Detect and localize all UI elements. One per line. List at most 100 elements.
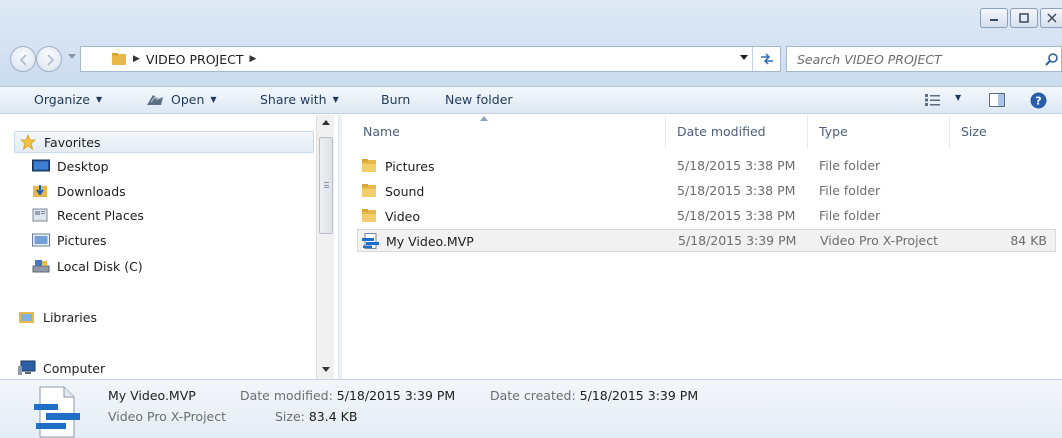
chevron-down-icon: ▼ (96, 95, 103, 104)
nav-local-disk[interactable]: Local Disk (C) (32, 255, 143, 277)
details-file-type: Video Pro X-Project (108, 409, 227, 424)
column-divider[interactable] (949, 115, 950, 149)
file-row-my-video[interactable]: My Video.MVP 5/18/2015 3:39 PM Video Pro… (357, 229, 1056, 252)
minimize-button[interactable] (980, 8, 1008, 28)
nav-downloads-label: Downloads (57, 183, 126, 199)
back-button[interactable] (10, 46, 36, 72)
command-bar: Organize ▼ Open ▼ Share with ▼ Burn New … (0, 86, 1062, 114)
help-icon[interactable]: ? (1030, 92, 1047, 109)
details-size: Size: 83.4 KB (275, 409, 357, 424)
burn-button[interactable]: Burn (381, 92, 410, 107)
organize-label: Organize (34, 92, 90, 107)
nav-libraries[interactable]: Libraries (18, 306, 97, 328)
nav-pictures-label: Pictures (57, 232, 107, 248)
nav-computer[interactable]: Computer (18, 357, 105, 379)
file-name: Video (385, 208, 421, 224)
desktop-icon (32, 158, 50, 174)
column-type[interactable]: Type (819, 124, 848, 139)
details-date-modified-value: 5/18/2015 3:39 PM (336, 388, 456, 403)
view-options-chevron-icon[interactable]: ▼ (955, 93, 961, 102)
open-with-icon (147, 94, 163, 105)
search-icon[interactable] (1045, 53, 1059, 67)
scroll-down-arrow-icon[interactable] (322, 367, 330, 373)
project-file-icon (362, 233, 380, 249)
details-file-name: My Video.MVP (108, 388, 196, 403)
computer-icon (18, 360, 36, 376)
folder-icon (361, 158, 379, 174)
chevron-down-icon: ▼ (210, 95, 217, 104)
open-button[interactable]: Open ▼ (145, 92, 217, 107)
file-size: 84 KB (1010, 233, 1047, 248)
file-date: 5/18/2015 3:38 PM (677, 158, 796, 173)
refresh-button[interactable] (752, 47, 780, 71)
column-divider[interactable] (807, 115, 808, 149)
maximize-button[interactable] (1010, 8, 1038, 28)
change-view-icon[interactable] (925, 94, 941, 106)
scrollbar-thumb[interactable] (319, 137, 333, 234)
file-row-video[interactable]: Video 5/18/2015 3:38 PM File folder (357, 205, 1056, 228)
nav-desktop[interactable]: Desktop (32, 155, 109, 177)
project-file-large-icon (34, 386, 80, 438)
details-size-label: Size: (275, 409, 305, 424)
nav-favorites[interactable]: Favorites (14, 131, 314, 153)
nav-recent-places[interactable]: Recent Places (32, 204, 144, 226)
close-button[interactable] (1040, 8, 1062, 28)
forward-arrow-icon (47, 54, 55, 66)
file-row-pictures[interactable]: Pictures 5/18/2015 3:38 PM File folder (357, 155, 1056, 178)
folder-icon (361, 183, 379, 199)
details-date-created-label: Date created: (490, 388, 576, 403)
star-icon (19, 134, 37, 150)
file-name-cell: My Video.MVP (362, 233, 474, 249)
open-label: Open (171, 92, 205, 107)
file-type: Video Pro X-Project (820, 233, 939, 248)
back-arrow-icon (19, 54, 27, 66)
share-with-button[interactable]: Share with ▼ (260, 92, 339, 107)
file-date: 5/18/2015 3:38 PM (677, 208, 796, 223)
recent-pages-dropdown-icon[interactable] (68, 54, 76, 60)
libraries-icon (18, 309, 36, 325)
file-type: File folder (819, 208, 881, 223)
column-name[interactable]: Name (363, 124, 400, 139)
pane-splitter[interactable] (338, 115, 342, 379)
downloads-folder-icon (32, 183, 50, 199)
column-divider[interactable] (665, 115, 666, 149)
recent-places-icon (32, 207, 50, 223)
nav-downloads[interactable]: Downloads (32, 180, 126, 202)
refresh-icon (760, 53, 773, 65)
nav-local-disk-label: Local Disk (C) (57, 258, 143, 274)
nav-favorites-label: Favorites (44, 134, 101, 150)
address-dropdown-icon[interactable] (740, 55, 748, 61)
nav-pictures[interactable]: Pictures (32, 229, 107, 251)
maximize-icon (1019, 13, 1029, 23)
breadcrumb-video-project[interactable]: VIDEO PROJECT (146, 52, 244, 67)
window-titlebar: ▶ VIDEO PROJECT ▶ (0, 0, 1062, 86)
column-date-modified[interactable]: Date modified (677, 124, 766, 139)
search-box[interactable] (786, 46, 1062, 72)
file-name: My Video.MVP (386, 233, 474, 249)
breadcrumb-separator-icon[interactable]: ▶ (133, 54, 140, 64)
file-name-cell: Pictures (361, 158, 435, 174)
file-name: Sound (385, 183, 425, 199)
pictures-icon (32, 232, 50, 248)
details-date-created-value: 5/18/2015 3:39 PM (579, 388, 699, 403)
file-type: File folder (819, 183, 881, 198)
file-list: Name Date modified Type Size Pictures 5/… (343, 115, 1062, 379)
search-input[interactable] (787, 51, 1037, 67)
scrollbar-grip (324, 182, 329, 188)
forward-button[interactable] (36, 46, 62, 72)
sort-ascending-icon (480, 116, 488, 121)
folder-icon (361, 208, 379, 224)
svg-text:?: ? (1035, 95, 1041, 108)
new-folder-button[interactable]: New folder (445, 92, 513, 107)
preview-pane-icon[interactable] (989, 93, 1005, 107)
address-bar[interactable]: ▶ VIDEO PROJECT ▶ (80, 46, 781, 72)
file-row-sound[interactable]: Sound 5/18/2015 3:38 PM File folder (357, 180, 1056, 203)
nav-desktop-label: Desktop (57, 158, 109, 174)
scroll-up-arrow-icon[interactable] (322, 119, 330, 125)
organize-button[interactable]: Organize ▼ (34, 92, 102, 107)
breadcrumb-chevron-icon[interactable]: ▶ (250, 54, 257, 64)
column-size[interactable]: Size (961, 124, 987, 139)
details-date-created: Date created: 5/18/2015 3:39 PM (490, 388, 698, 403)
new-folder-label: New folder (445, 92, 513, 107)
nav-pane-scrollbar[interactable] (316, 115, 334, 379)
